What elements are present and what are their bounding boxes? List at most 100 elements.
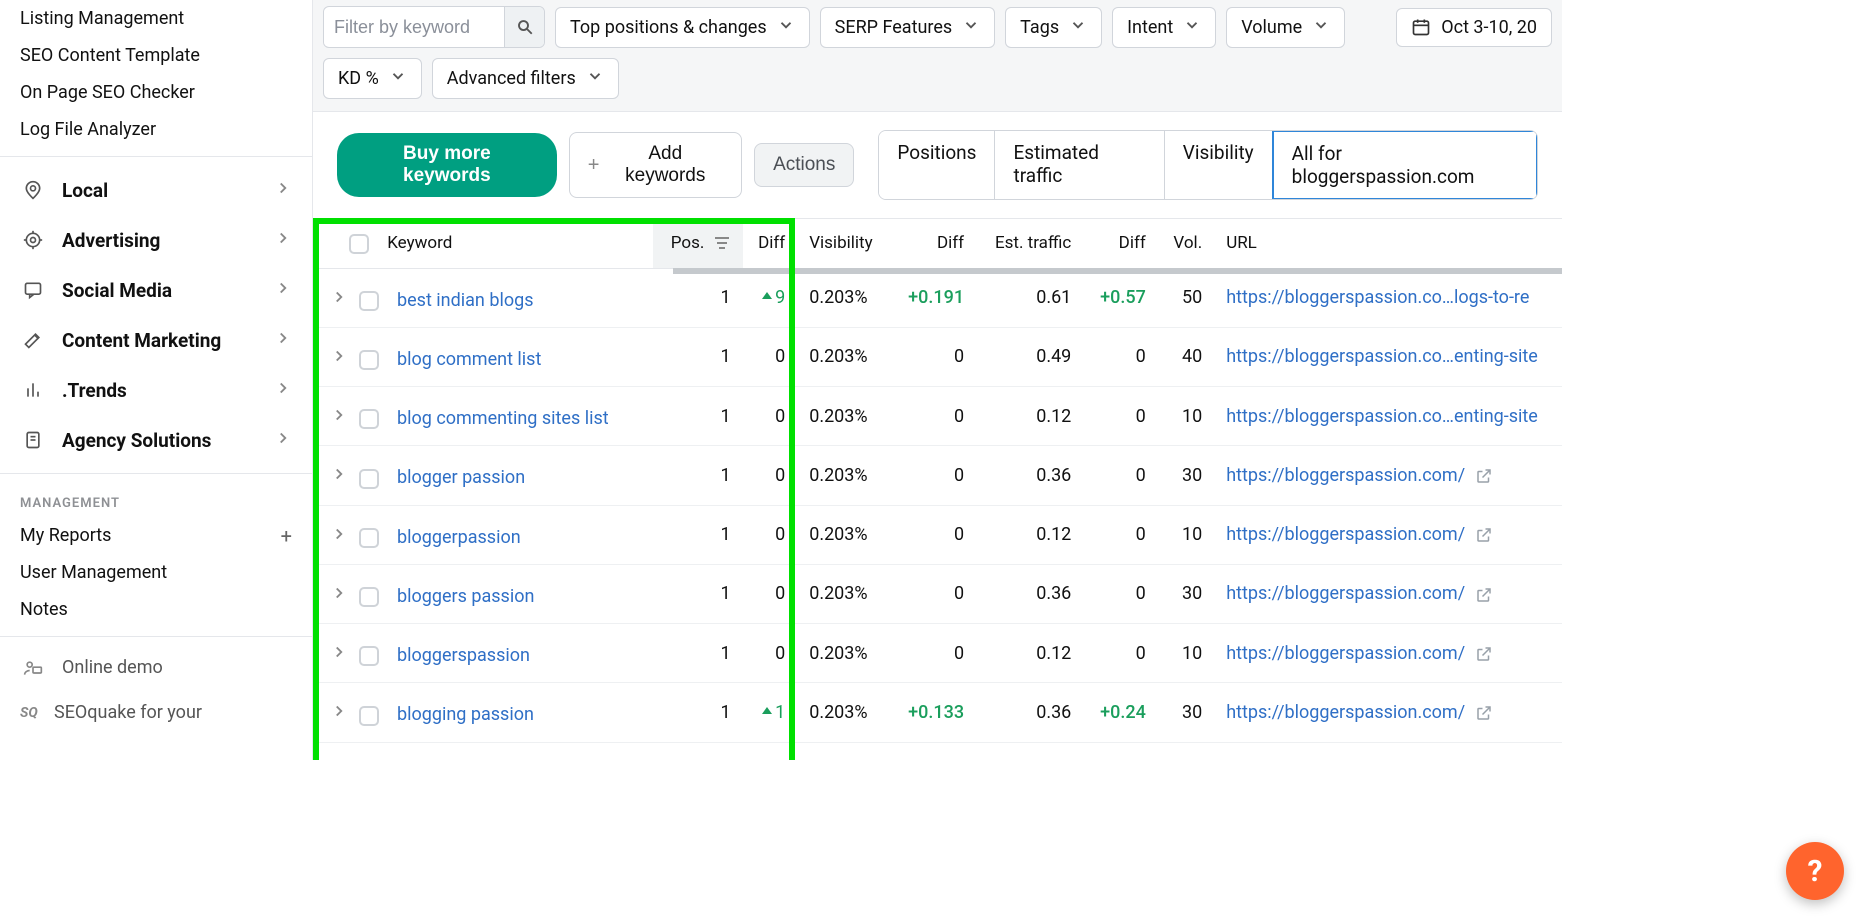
- sidebar-cat-content-marketing[interactable]: Content Marketing: [0, 315, 312, 365]
- row-checkbox[interactable]: [359, 528, 379, 548]
- col-vol[interactable]: Vol.: [1158, 219, 1214, 269]
- filter-top-positions[interactable]: Top positions & changes: [555, 7, 810, 48]
- cell-traffic: 0.12: [976, 505, 1083, 564]
- keyword-link[interactable]: bloggerspassion: [397, 645, 530, 666]
- sidebar-item-log-file-analyzer[interactable]: Log File Analyzer: [0, 111, 312, 148]
- col-vdiff[interactable]: Diff: [891, 219, 976, 269]
- expand-row-button[interactable]: [327, 581, 351, 605]
- external-link-icon[interactable]: [1475, 467, 1493, 485]
- chevron-right-icon: [274, 379, 292, 402]
- sidebar-cat-local[interactable]: Local: [0, 165, 312, 215]
- row-checkbox[interactable]: [359, 291, 379, 311]
- sidebar-cat-social-media[interactable]: Social Media: [0, 265, 312, 315]
- cell-diff: 0: [743, 387, 798, 446]
- cell-url: https://bloggerspassion.com/: [1214, 505, 1562, 564]
- keyword-link[interactable]: bloggers passion: [397, 586, 534, 607]
- col-keyword[interactable]: Keyword: [313, 219, 653, 269]
- col-pos[interactable]: Pos.: [653, 219, 743, 269]
- filter-tags[interactable]: Tags: [1005, 7, 1102, 48]
- add-keywords-button[interactable]: + Add keywords: [569, 132, 742, 198]
- col-url[interactable]: URL: [1214, 219, 1562, 269]
- diff-up-value: 9: [761, 287, 785, 308]
- sidebar-item-on-page-seo-checker[interactable]: On Page SEO Checker: [0, 74, 312, 111]
- sidebar-item-online-demo[interactable]: Online demo: [0, 645, 312, 690]
- horizontal-scrollbar[interactable]: [673, 268, 1562, 274]
- row-checkbox[interactable]: [359, 469, 379, 489]
- url-link[interactable]: https://bloggerspassion.com/: [1226, 702, 1465, 723]
- url-link[interactable]: https://bloggerspassion.co…enting-site: [1226, 346, 1538, 367]
- sidebar-cat-label: Agency Solutions: [62, 429, 211, 452]
- keyword-link[interactable]: blog commenting sites list: [397, 408, 609, 429]
- keyword-link[interactable]: blog comment list: [397, 349, 541, 370]
- keyword-filter-input[interactable]: [324, 9, 504, 46]
- sidebar-item-seo-content-template[interactable]: SEO Content Template: [0, 37, 312, 74]
- filter-volume[interactable]: Volume: [1226, 7, 1345, 48]
- row-checkbox[interactable]: [359, 587, 379, 607]
- chevron-right-icon: [274, 429, 292, 452]
- row-checkbox[interactable]: [359, 706, 379, 726]
- expand-row-button[interactable]: [327, 344, 351, 368]
- col-visibility[interactable]: Visibility: [797, 219, 890, 269]
- url-link[interactable]: https://bloggerspassion.com/: [1226, 524, 1465, 545]
- sidebar-item-seoquake[interactable]: SQ SEOquake for your: [0, 690, 312, 735]
- document-icon: [20, 427, 46, 453]
- keyword-link[interactable]: blogger passion: [397, 467, 525, 488]
- table-row: bloggers passion100.203%00.36030https://…: [313, 564, 1562, 623]
- buy-keywords-button[interactable]: Buy more keywords: [337, 133, 557, 197]
- cell-vdiff: 0: [891, 624, 976, 683]
- sidebar-item-label: Notes: [20, 599, 68, 620]
- filter-intent[interactable]: Intent: [1112, 7, 1216, 48]
- external-link-icon[interactable]: [1475, 645, 1493, 663]
- chevron-right-icon: [274, 279, 292, 302]
- filter-kd[interactable]: KD %: [323, 58, 422, 99]
- col-diff[interactable]: Diff: [743, 219, 798, 269]
- sidebar-item-my-reports[interactable]: My Reports +: [0, 517, 312, 554]
- keyword-link[interactable]: bloggerpassion: [397, 527, 521, 548]
- filter-serp-features[interactable]: SERP Features: [820, 7, 996, 48]
- sidebar-item-notes[interactable]: Notes: [0, 591, 312, 628]
- row-checkbox[interactable]: [359, 350, 379, 370]
- row-checkbox[interactable]: [359, 646, 379, 666]
- cell-url: https://bloggerspassion.com/: [1214, 624, 1562, 683]
- url-link[interactable]: https://bloggerspassion.co…logs-to-re: [1226, 287, 1529, 308]
- segment-estimated-traffic[interactable]: Estimated traffic: [995, 131, 1164, 199]
- expand-row-button[interactable]: [327, 759, 351, 760]
- search-button[interactable]: [504, 7, 544, 47]
- sidebar-cat-advertising[interactable]: Advertising: [0, 215, 312, 265]
- expand-row-button[interactable]: [327, 699, 351, 723]
- sidebar-item-user-management[interactable]: User Management: [0, 554, 312, 591]
- col-tdiff[interactable]: Diff: [1083, 219, 1157, 269]
- sidebar-cat-trends[interactable]: .Trends: [0, 365, 312, 415]
- plus-icon[interactable]: +: [281, 526, 292, 546]
- filter-advanced[interactable]: Advanced filters: [432, 58, 619, 99]
- segment-positions[interactable]: Positions: [879, 131, 995, 199]
- actions-button[interactable]: Actions: [754, 143, 854, 187]
- expand-row-button[interactable]: [327, 403, 351, 427]
- col-traffic[interactable]: Est. traffic: [976, 219, 1083, 269]
- keyword-link[interactable]: best indian blogs: [397, 290, 534, 311]
- expand-row-button[interactable]: [327, 285, 351, 309]
- row-checkbox[interactable]: [359, 409, 379, 429]
- segment-visibility[interactable]: Visibility: [1165, 131, 1273, 199]
- expand-row-button[interactable]: [327, 522, 351, 546]
- cell-vol: 10: [1158, 624, 1214, 683]
- url-link[interactable]: https://bloggerspassion.com/: [1226, 465, 1465, 486]
- help-fab-button[interactable]: ?: [1786, 842, 1844, 900]
- content-panel: Buy more keywords + Add keywords Actions…: [313, 111, 1562, 760]
- select-all-checkbox[interactable]: [349, 234, 369, 254]
- date-range-picker[interactable]: Oct 3-10, 20: [1396, 8, 1552, 47]
- expand-row-button[interactable]: [327, 462, 351, 486]
- external-link-icon[interactable]: [1475, 586, 1493, 604]
- cell-vol: 30: [1158, 564, 1214, 623]
- table-header-row: Keyword Pos. Diff Visibility Diff: [313, 219, 1562, 269]
- url-link[interactable]: https://bloggerspassion.com/: [1226, 643, 1465, 664]
- external-link-icon[interactable]: [1475, 704, 1493, 722]
- url-link[interactable]: https://bloggerspassion.com/: [1226, 583, 1465, 604]
- url-link[interactable]: https://bloggerspassion.co…enting-site: [1226, 406, 1538, 427]
- keyword-link[interactable]: blogging passion: [397, 704, 534, 725]
- external-link-icon[interactable]: [1475, 526, 1493, 544]
- sidebar-item-listing-management[interactable]: Listing Management: [0, 0, 312, 37]
- segment-all-for-domain[interactable]: All for bloggerspassion.com: [1272, 130, 1538, 200]
- expand-row-button[interactable]: [327, 640, 351, 664]
- sidebar-cat-agency-solutions[interactable]: Agency Solutions: [0, 415, 312, 465]
